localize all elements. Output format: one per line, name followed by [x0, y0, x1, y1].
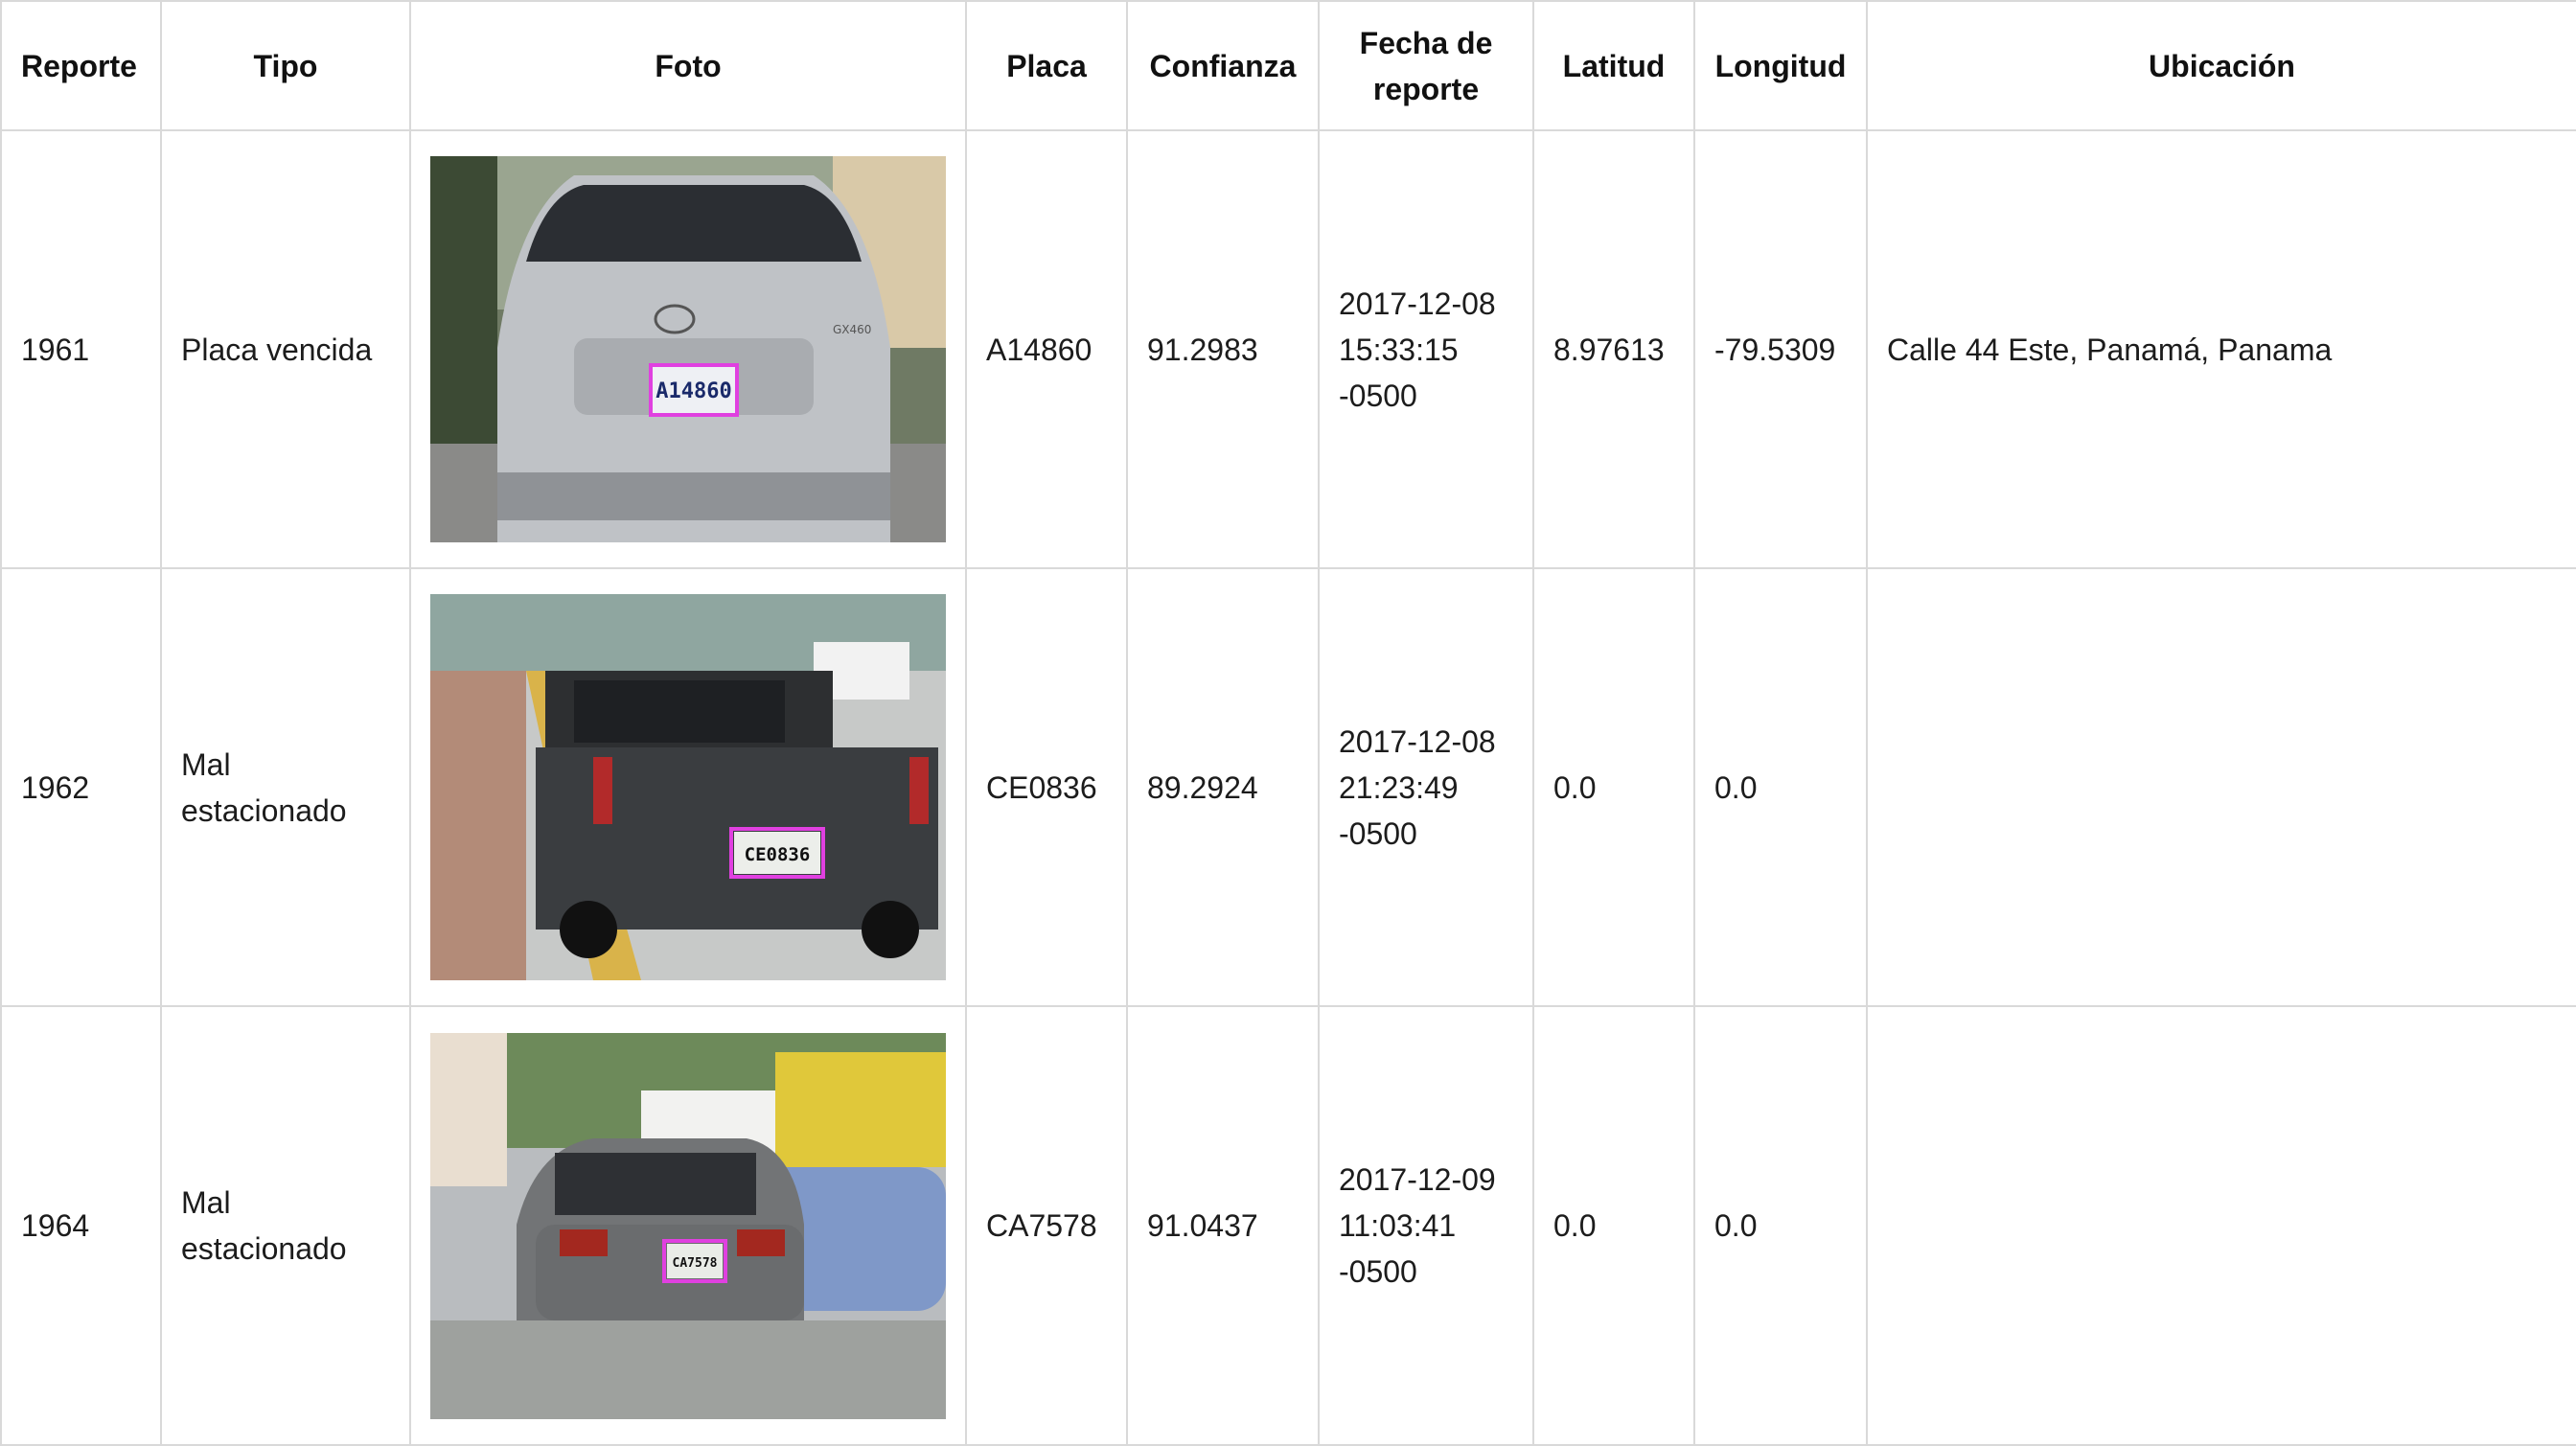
cell-fecha: 2017-12-08 15:33:15 -0500 — [1318, 129, 1534, 569]
vehicle-photo[interactable]: A14860 GX460 — [430, 156, 946, 542]
header-ubicacion[interactable]: Ubicación — [1866, 0, 2576, 131]
header-latitud[interactable]: Latitud — [1532, 0, 1695, 131]
header-placa[interactable]: Placa — [965, 0, 1128, 131]
header-confianza[interactable]: Confianza — [1126, 0, 1320, 131]
header-longitud[interactable]: Longitud — [1693, 0, 1868, 131]
header-reporte[interactable]: Reporte — [0, 0, 162, 131]
cell-latitud: 0.0 — [1532, 1005, 1695, 1446]
cell-reporte: 1961 — [0, 129, 162, 569]
cell-foto: CE0836 — [409, 567, 967, 1007]
cell-placa: CE0836 — [965, 567, 1128, 1007]
vehicle-photo[interactable]: CA7578 — [430, 1032, 946, 1419]
cell-latitud: 0.0 — [1532, 567, 1695, 1007]
table-row: 1964 Mal estacionado CA7578 CA7578 91.04… — [0, 1005, 2576, 1446]
vehicle-photo[interactable]: CE0836 — [430, 594, 946, 980]
header-foto[interactable]: Foto — [409, 0, 967, 131]
cell-longitud: 0.0 — [1693, 1005, 1868, 1446]
cell-confianza: 91.0437 — [1126, 1005, 1320, 1446]
cell-foto: A14860 GX460 — [409, 129, 967, 569]
header-fecha[interactable]: Fecha de reporte — [1318, 0, 1534, 131]
cell-ubicacion — [1866, 567, 2576, 1007]
cell-confianza: 91.2983 — [1126, 129, 1320, 569]
cell-longitud: 0.0 — [1693, 567, 1868, 1007]
cell-reporte: 1962 — [0, 567, 162, 1007]
header-row: Reporte Tipo Foto Placa Confianza Fecha … — [0, 0, 2576, 131]
cell-confianza: 89.2924 — [1126, 567, 1320, 1007]
vehicle-badge: GX460 — [833, 323, 871, 336]
cell-tipo: Mal estacionado — [160, 1005, 411, 1446]
reports-table: Reporte Tipo Foto Placa Confianza Fecha … — [0, 0, 2576, 1446]
cell-placa: A14860 — [965, 129, 1128, 569]
cell-ubicacion: Calle 44 Este, Panamá, Panama — [1866, 129, 2576, 569]
plate-text: CA7578 — [673, 1256, 718, 1271]
cell-placa: CA7578 — [965, 1005, 1128, 1446]
table-row: 1962 Mal estacionado CE0836 CE0836 89.29… — [0, 567, 2576, 1007]
plate-text: A14860 — [656, 379, 731, 403]
cell-longitud: -79.5309 — [1693, 129, 1868, 569]
cell-tipo: Placa vencida — [160, 129, 411, 569]
cell-latitud: 8.97613 — [1532, 129, 1695, 569]
header-tipo[interactable]: Tipo — [160, 0, 411, 131]
cell-tipo: Mal estacionado — [160, 567, 411, 1007]
cell-fecha: 2017-12-09 11:03:41 -0500 — [1318, 1005, 1534, 1446]
table-row: 1961 Placa vencida A14860 GX460 A14860 9… — [0, 129, 2576, 569]
cell-fecha: 2017-12-08 21:23:49 -0500 — [1318, 567, 1534, 1007]
cell-ubicacion — [1866, 1005, 2576, 1446]
plate-text: CE0836 — [745, 844, 811, 865]
cell-reporte: 1964 — [0, 1005, 162, 1446]
cell-foto: CA7578 — [409, 1005, 967, 1446]
